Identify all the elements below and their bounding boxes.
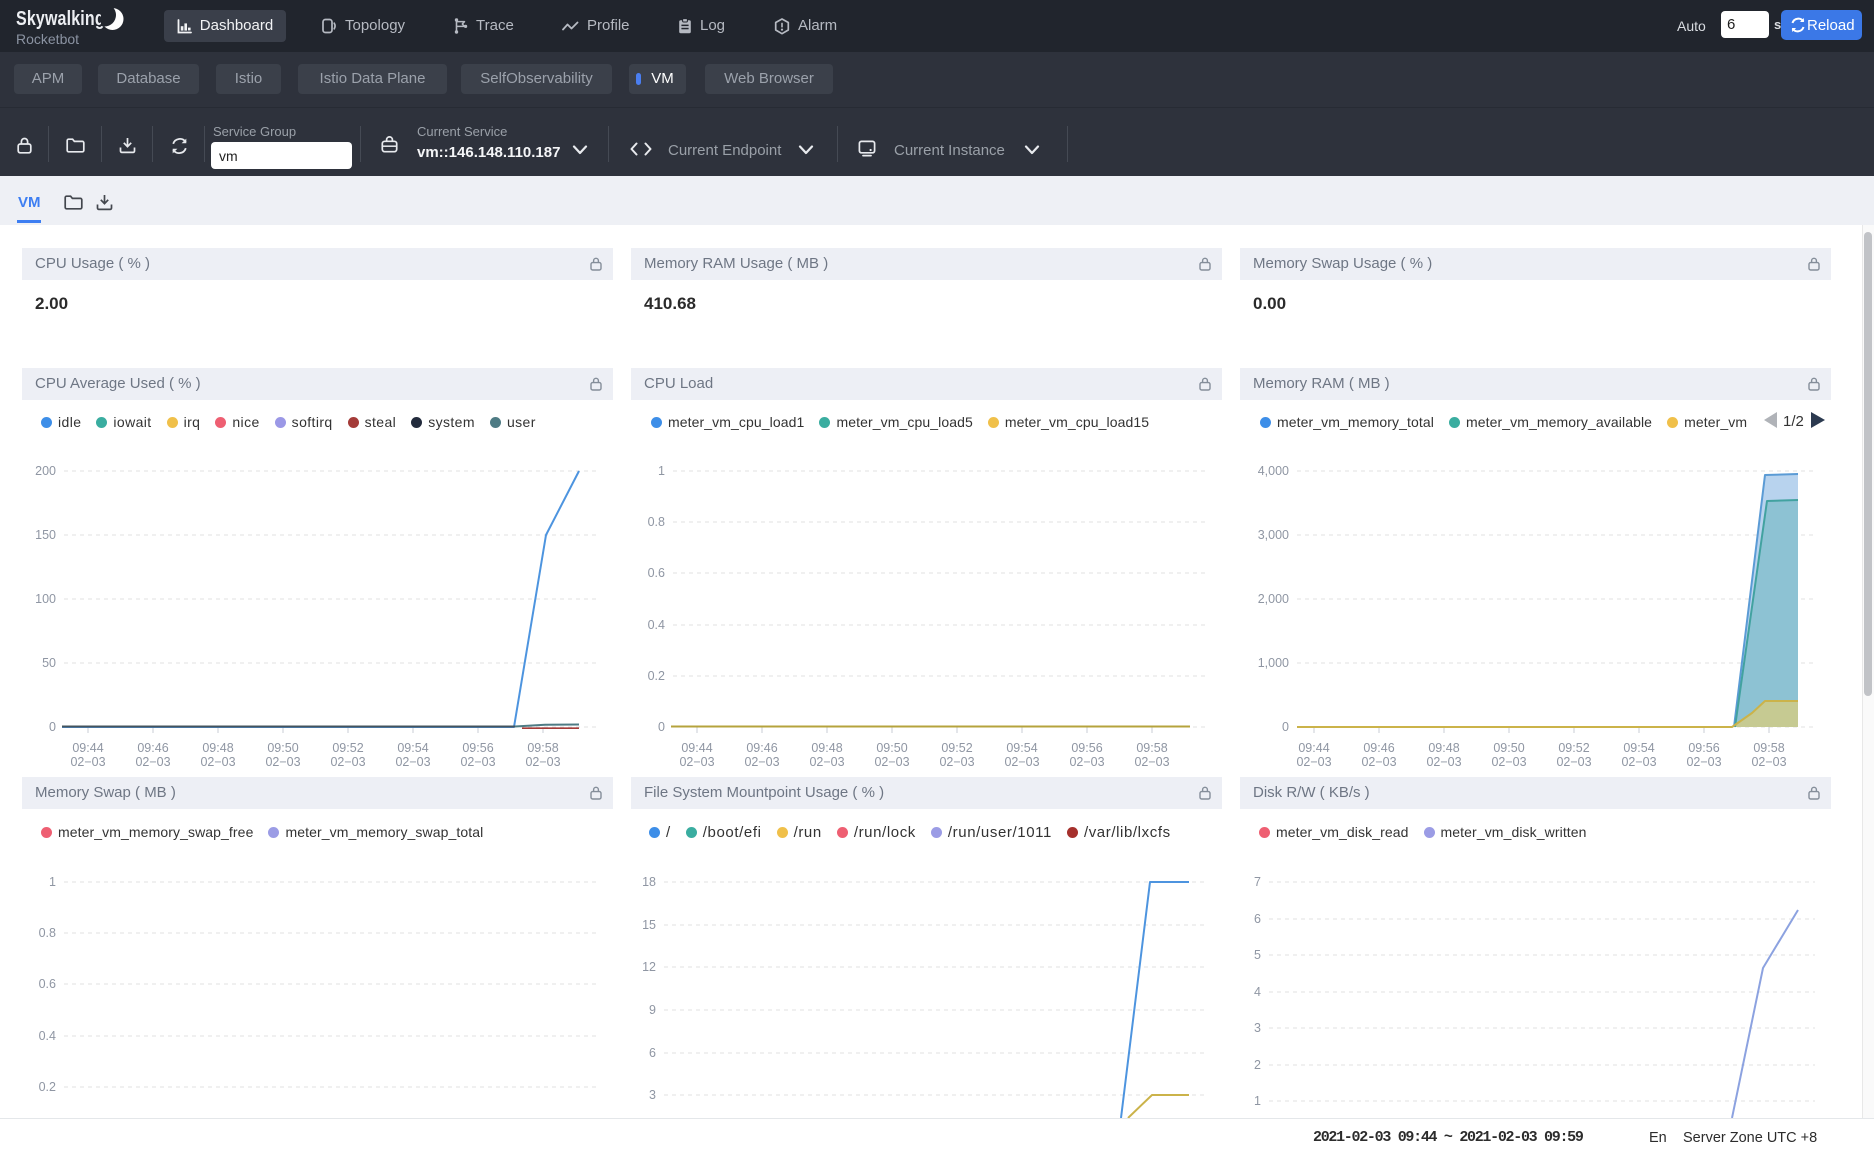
svg-text:02−03: 02−03 bbox=[135, 755, 170, 768]
svg-text:1: 1 bbox=[49, 875, 56, 889]
svg-text:02−03: 02−03 bbox=[1426, 755, 1461, 768]
svg-text:09:54: 09:54 bbox=[1006, 741, 1037, 755]
svg-text:09:48: 09:48 bbox=[1428, 741, 1459, 755]
svg-text:02−03: 02−03 bbox=[1361, 755, 1396, 768]
svg-text:09:44: 09:44 bbox=[72, 741, 103, 755]
svg-text:15: 15 bbox=[642, 918, 656, 932]
svg-text:02−03: 02−03 bbox=[1686, 755, 1721, 768]
svg-text:3: 3 bbox=[649, 1088, 656, 1102]
svg-text:02−03: 02−03 bbox=[744, 755, 779, 768]
svg-text:0.2: 0.2 bbox=[39, 1080, 56, 1094]
svg-text:09:50: 09:50 bbox=[267, 741, 298, 755]
svg-text:0.8: 0.8 bbox=[648, 515, 665, 529]
svg-text:7: 7 bbox=[1254, 875, 1261, 889]
svg-text:150: 150 bbox=[35, 528, 56, 542]
svg-text:0.6: 0.6 bbox=[648, 566, 665, 580]
svg-text:18: 18 bbox=[642, 875, 656, 889]
svg-text:02−03: 02−03 bbox=[330, 755, 365, 768]
svg-text:0.4: 0.4 bbox=[648, 618, 665, 632]
svg-text:02−03: 02−03 bbox=[1296, 755, 1331, 768]
svg-text:0.6: 0.6 bbox=[39, 977, 56, 991]
svg-text:0: 0 bbox=[49, 720, 56, 734]
svg-text:0.8: 0.8 bbox=[39, 926, 56, 940]
svg-text:09:56: 09:56 bbox=[1688, 741, 1719, 755]
svg-text:0.2: 0.2 bbox=[648, 669, 665, 683]
svg-text:4,000: 4,000 bbox=[1258, 464, 1289, 478]
svg-text:02−03: 02−03 bbox=[395, 755, 430, 768]
svg-text:2: 2 bbox=[1254, 1058, 1261, 1072]
svg-text:02−03: 02−03 bbox=[200, 755, 235, 768]
svg-text:09:50: 09:50 bbox=[876, 741, 907, 755]
svg-text:12: 12 bbox=[642, 960, 656, 974]
svg-text:3: 3 bbox=[1254, 1021, 1261, 1035]
svg-text:1: 1 bbox=[658, 464, 665, 478]
svg-text:02−03: 02−03 bbox=[1621, 755, 1656, 768]
svg-text:09:48: 09:48 bbox=[202, 741, 233, 755]
svg-text:50: 50 bbox=[42, 656, 56, 670]
svg-text:09:48: 09:48 bbox=[811, 741, 842, 755]
svg-text:6: 6 bbox=[1254, 912, 1261, 926]
svg-text:1,000: 1,000 bbox=[1258, 656, 1289, 670]
svg-text:1: 1 bbox=[1254, 1094, 1261, 1108]
svg-text:02−03: 02−03 bbox=[1134, 755, 1169, 768]
svg-text:09:58: 09:58 bbox=[1136, 741, 1167, 755]
svg-text:09:56: 09:56 bbox=[1071, 741, 1102, 755]
svg-text:2,000: 2,000 bbox=[1258, 592, 1289, 606]
svg-text:9: 9 bbox=[649, 1003, 656, 1017]
svg-text:0.4: 0.4 bbox=[39, 1029, 56, 1043]
svg-text:09:54: 09:54 bbox=[397, 741, 428, 755]
svg-text:02−03: 02−03 bbox=[265, 755, 300, 768]
svg-text:02−03: 02−03 bbox=[460, 755, 495, 768]
svg-text:09:58: 09:58 bbox=[527, 741, 558, 755]
svg-text:09:50: 09:50 bbox=[1493, 741, 1524, 755]
svg-text:6: 6 bbox=[649, 1046, 656, 1060]
svg-text:0: 0 bbox=[658, 720, 665, 734]
svg-text:09:44: 09:44 bbox=[1298, 741, 1329, 755]
svg-text:02−03: 02−03 bbox=[874, 755, 909, 768]
svg-text:200: 200 bbox=[35, 464, 56, 478]
svg-text:09:46: 09:46 bbox=[746, 741, 777, 755]
svg-text:02−03: 02−03 bbox=[809, 755, 844, 768]
svg-text:09:46: 09:46 bbox=[1363, 741, 1394, 755]
svg-text:02−03: 02−03 bbox=[1751, 755, 1786, 768]
svg-text:09:52: 09:52 bbox=[332, 741, 363, 755]
svg-text:02−03: 02−03 bbox=[1004, 755, 1039, 768]
svg-text:09:52: 09:52 bbox=[1558, 741, 1589, 755]
svg-text:02−03: 02−03 bbox=[939, 755, 974, 768]
svg-text:02−03: 02−03 bbox=[70, 755, 105, 768]
svg-text:09:52: 09:52 bbox=[941, 741, 972, 755]
svg-text:100: 100 bbox=[35, 592, 56, 606]
svg-text:02−03: 02−03 bbox=[679, 755, 714, 768]
svg-text:02−03: 02−03 bbox=[525, 755, 560, 768]
svg-text:02−03: 02−03 bbox=[1556, 755, 1591, 768]
svg-text:09:46: 09:46 bbox=[137, 741, 168, 755]
svg-text:09:56: 09:56 bbox=[462, 741, 493, 755]
svg-text:0: 0 bbox=[1282, 720, 1289, 734]
svg-text:09:58: 09:58 bbox=[1753, 741, 1784, 755]
svg-text:09:54: 09:54 bbox=[1623, 741, 1654, 755]
svg-text:09:44: 09:44 bbox=[681, 741, 712, 755]
svg-text:5: 5 bbox=[1254, 948, 1261, 962]
svg-text:02−03: 02−03 bbox=[1491, 755, 1526, 768]
svg-text:02−03: 02−03 bbox=[1069, 755, 1104, 768]
svg-text:3,000: 3,000 bbox=[1258, 528, 1289, 542]
svg-text:4: 4 bbox=[1254, 985, 1261, 999]
